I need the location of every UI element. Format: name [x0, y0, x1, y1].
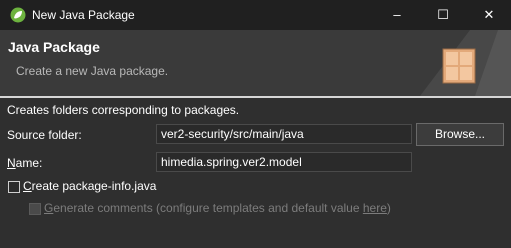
generate-comments-mnemonic: G [44, 201, 54, 215]
close-button[interactable]: ✕ [466, 0, 511, 30]
name-label-rest: ame: [15, 156, 43, 170]
create-package-info-rest: reate package-info.java [31, 179, 157, 193]
name-label-mnemonic: N [7, 156, 16, 170]
generate-comments-end: ) [386, 201, 391, 215]
banner-subtitle: Create a new Java package. [16, 64, 169, 78]
window-title: New Java Package [32, 8, 135, 22]
package-name-field[interactable]: himedia.spring.ver2.model [156, 152, 412, 172]
configure-templates-link: here [362, 201, 387, 215]
name-label: Name: [7, 156, 42, 170]
spring-leaf-icon [10, 7, 26, 23]
package-icon [442, 48, 476, 84]
source-folder-field[interactable]: ver2-security/src/main/java [156, 124, 412, 144]
create-package-info-mnemonic: C [23, 179, 32, 193]
minimize-button[interactable]: – [374, 0, 420, 30]
wizard-banner: Java Package Create a new Java package. [0, 30, 511, 96]
source-folder-label: Source folder: [7, 128, 82, 142]
generate-comments-label: Generate comments (configure templates a… [44, 201, 391, 215]
create-package-info-checkbox[interactable] [8, 181, 20, 193]
title-bar[interactable]: New Java Package – ☐ ✕ [0, 0, 511, 30]
maximize-button[interactable]: ☐ [420, 0, 466, 30]
banner-separator [0, 96, 511, 98]
browse-button[interactable]: Browse... [416, 123, 504, 146]
form-description: Creates folders corresponding to package… [7, 103, 240, 117]
generate-comments-rest: enerate comments (configure templates an… [53, 201, 363, 215]
create-package-info-label[interactable]: Create package-info.java [23, 179, 156, 193]
banner-title: Java Package [8, 39, 100, 55]
generate-comments-checkbox [29, 203, 41, 215]
source-folder-label-text: Source folder: [7, 128, 82, 142]
